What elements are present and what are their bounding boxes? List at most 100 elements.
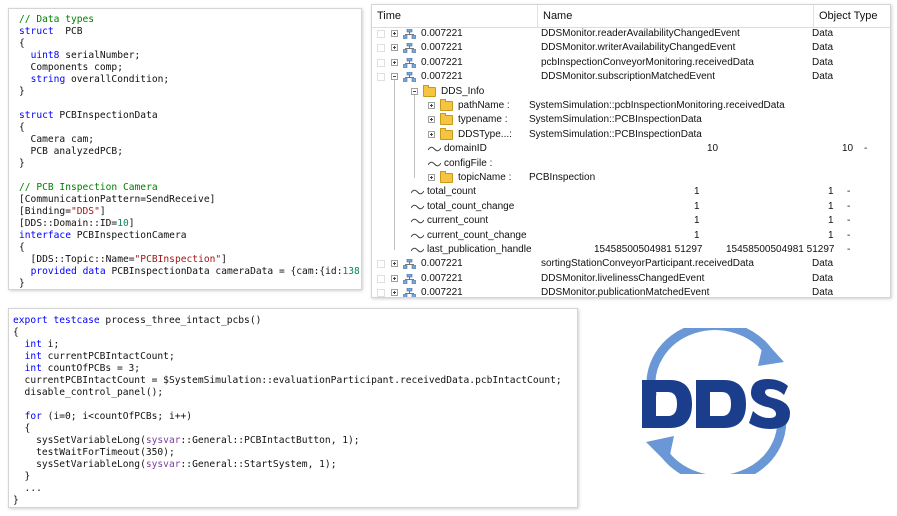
trace-row[interactable]: configFile : bbox=[372, 157, 890, 171]
code-line: ... bbox=[13, 483, 577, 495]
trace-row[interactable]: pathName : SystemSimulation::pcbInspectio… bbox=[372, 99, 890, 113]
code-line: // PCB Inspection Camera bbox=[19, 182, 361, 194]
trace-row[interactable]: total_count 1 1 - bbox=[372, 185, 890, 199]
code-token: PCBInspectionData bbox=[53, 110, 158, 121]
expand-icon[interactable] bbox=[428, 116, 435, 124]
code-token: PCBInspectionCamera bbox=[70, 230, 187, 241]
row-field-label: current_count_change bbox=[427, 229, 527, 241]
code-token: countOfPCBs = 3; bbox=[41, 363, 141, 374]
row-dash: - bbox=[864, 143, 868, 155]
expand-icon[interactable] bbox=[428, 130, 435, 138]
trace-row[interactable]: 0.007221 DDSMonitor.livelinessChangedEven… bbox=[372, 272, 890, 286]
code-token: PCB bbox=[53, 26, 83, 37]
code-line: [DDS::Topic::Name="PCBInspection"] bbox=[19, 254, 361, 266]
row-checkbox[interactable] bbox=[377, 30, 385, 38]
row-name: pcbInspectionConveyorMonitoring.received… bbox=[541, 56, 754, 68]
trace-row[interactable]: DDSType...: SystemSimulation::PCBInspecti… bbox=[372, 127, 890, 142]
code-line: export testcase process_three_intact_pcb… bbox=[13, 315, 577, 327]
trace-row[interactable]: 0.007221 DDSMonitor.publicationMatchedEve… bbox=[372, 286, 890, 298]
row-value-2: 10 bbox=[842, 143, 854, 155]
column-object-type-header[interactable]: Object Type bbox=[814, 5, 890, 27]
row-time: 0.007221 bbox=[421, 287, 463, 298]
folder-icon bbox=[423, 84, 436, 97]
column-name-header[interactable]: Name bbox=[538, 5, 814, 27]
trace-row[interactable]: 0.007221 sortingStationConveyorParticipan… bbox=[372, 257, 890, 271]
expand-icon[interactable] bbox=[391, 44, 398, 52]
row-value: 15458500504981 51297 bbox=[594, 244, 703, 255]
expand-icon[interactable] bbox=[391, 274, 398, 282]
row-checkbox[interactable] bbox=[377, 44, 385, 53]
trace-window: Time Name Object Type 0.007221 DDSMonitor… bbox=[371, 4, 891, 298]
code-line: sysSetVariableLong(sysvar::General::PCBI… bbox=[13, 435, 577, 447]
row-value: 1 bbox=[694, 229, 700, 241]
trace-row[interactable]: current_count 1 1 - bbox=[372, 214, 890, 228]
code-token: { bbox=[19, 38, 25, 49]
trace-row[interactable]: 0.007221 DDSMonitor.subscriptionMatchedEv… bbox=[372, 70, 890, 84]
code-token: currentPCBIntactCount = $SystemSimulatio… bbox=[13, 375, 562, 386]
expand-icon[interactable] bbox=[391, 260, 398, 268]
code-line: uint8 serialNumber; bbox=[19, 50, 361, 62]
row-checkbox[interactable] bbox=[377, 289, 385, 297]
trace-row[interactable]: domainID 10 10- bbox=[372, 142, 890, 156]
collapse-icon[interactable] bbox=[411, 87, 418, 95]
row-field-label: configFile : bbox=[444, 157, 493, 169]
trace-row[interactable]: 0.007221 DDSMonitor.writerAvailabilityCha… bbox=[372, 41, 890, 55]
code-token: disable_control_panel(); bbox=[13, 387, 164, 398]
trace-header: Time Name Object Type bbox=[372, 5, 890, 28]
row-checkbox[interactable] bbox=[377, 274, 385, 283]
code-token: struct bbox=[19, 110, 54, 121]
code-token: } bbox=[13, 471, 31, 482]
tree-guide-line bbox=[394, 80, 395, 250]
row-value: 1 bbox=[694, 200, 700, 212]
row-value-2: 1 bbox=[828, 186, 834, 198]
code-token: for bbox=[24, 411, 42, 422]
expand-icon[interactable] bbox=[428, 174, 435, 181]
trace-row[interactable]: current_count_change 1 1 - bbox=[372, 229, 890, 243]
folder-icon bbox=[440, 127, 453, 140]
code-line: PCB analyzedPCB; bbox=[19, 146, 361, 158]
network-icon bbox=[403, 259, 416, 270]
row-checkbox[interactable] bbox=[377, 73, 385, 82]
code-token: int bbox=[24, 339, 42, 350]
expand-icon[interactable] bbox=[391, 58, 398, 66]
trace-row[interactable]: total_count_change 1 1 - bbox=[372, 200, 890, 214]
trace-row[interactable]: topicName : PCBInspection bbox=[372, 171, 890, 185]
code-line: int countOfPCBs = 3; bbox=[13, 363, 577, 375]
expand-icon[interactable] bbox=[391, 30, 398, 37]
row-checkbox[interactable] bbox=[377, 260, 385, 269]
trace-row[interactable]: 0.007221 pcbInspectionConveyorMonitoring.… bbox=[372, 56, 890, 70]
trace-row[interactable]: typename : SystemSimulation::PCBInspectio… bbox=[372, 113, 890, 127]
row-field-label: typename : bbox=[458, 114, 508, 126]
trace-row[interactable]: 0.007221 DDSMonitor.readerAvailabilityCha… bbox=[372, 27, 890, 41]
code-line: [Binding="DDS"] bbox=[19, 206, 361, 218]
row-dash: - bbox=[847, 200, 851, 212]
row-object-type: Data bbox=[812, 287, 834, 298]
expand-icon[interactable] bbox=[428, 102, 435, 109]
row-dash: - bbox=[847, 186, 851, 198]
code-token: [Binding= bbox=[19, 206, 71, 217]
row-field-label: total_count_change bbox=[427, 200, 515, 212]
row-field-label: current_count bbox=[427, 215, 489, 227]
signal-icon bbox=[411, 218, 424, 224]
row-value: 1 bbox=[694, 186, 700, 198]
row-name: DDSMonitor.subscriptionMatchedEvent bbox=[541, 71, 715, 83]
folder-icon bbox=[440, 99, 453, 111]
expand-icon[interactable] bbox=[391, 289, 398, 297]
testcase-code-panel: export testcase process_three_intact_pcb… bbox=[8, 308, 578, 508]
code-token: 10 bbox=[117, 218, 129, 229]
column-time-header[interactable]: Time bbox=[372, 5, 538, 27]
signal-icon bbox=[411, 247, 424, 253]
row-checkbox[interactable] bbox=[377, 58, 385, 67]
code-token: string bbox=[30, 74, 66, 85]
row-field-label: pathName : bbox=[458, 100, 510, 111]
trace-row[interactable]: DDS_Info bbox=[372, 84, 890, 99]
collapse-icon[interactable] bbox=[391, 73, 398, 81]
code-line: int i; bbox=[13, 339, 577, 351]
code-token: PCB analyzedPCB; bbox=[19, 146, 123, 157]
trace-row[interactable]: last_publication_handle 15458500504981 51… bbox=[372, 243, 890, 257]
